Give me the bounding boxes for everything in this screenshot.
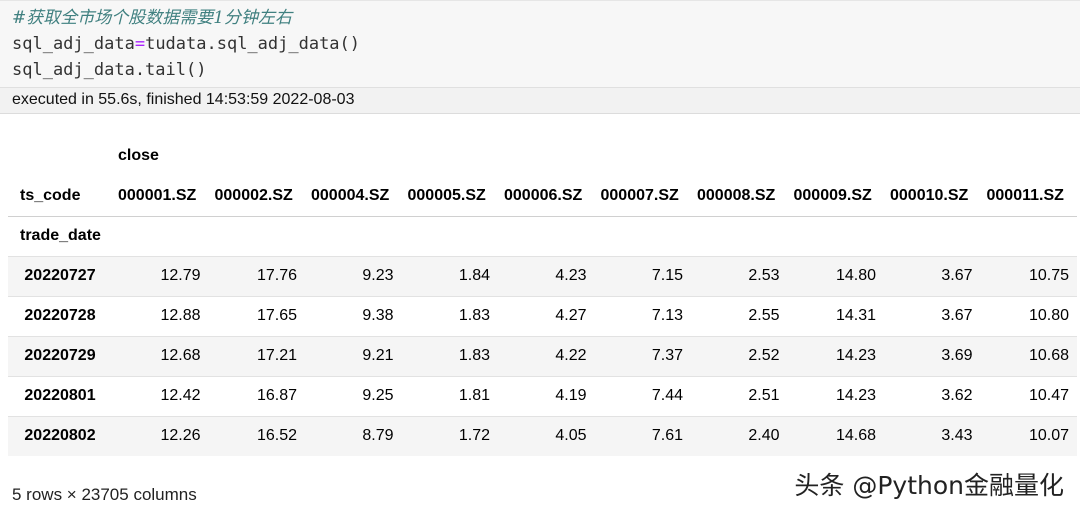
- table-cell: 2.51: [748, 387, 780, 404]
- table-cell: 1.83: [458, 347, 490, 364]
- column-level0-header: close: [118, 147, 159, 164]
- table-cell: 7.37: [651, 347, 683, 364]
- row-index: 20220729: [24, 347, 96, 364]
- table-cell: 12.26: [160, 427, 201, 445]
- table-cell: 3.69: [941, 347, 973, 364]
- table-cell: 16.87: [256, 387, 297, 404]
- table-cell: 9.38: [362, 307, 394, 324]
- code-line-tail: sql_adj_data.tail(): [12, 60, 207, 80]
- table-cell: 10.80: [1028, 307, 1069, 324]
- table-cell: 9.25: [362, 387, 394, 404]
- table-cell: 17.65: [256, 307, 297, 324]
- table-cell: 3.43: [941, 427, 973, 445]
- table-cell: 4.22: [555, 347, 587, 364]
- code-call: tudata.sql_adj_data(): [145, 34, 361, 54]
- table-cell: 7.13: [651, 307, 683, 324]
- table-row: 20220728 12.88 17.65 9.38 1.83 4.27 7.13 2.55 14…: [8, 296, 1077, 336]
- table-cell: 3.67: [941, 307, 973, 324]
- dataframe-summary: 5 rows × 23705 columns: [12, 485, 197, 504]
- row-index: 20220728: [24, 307, 96, 324]
- column-header: 000004.SZ: [305, 176, 402, 217]
- table-cell: 9.23: [362, 267, 394, 284]
- index-name: trade_date: [20, 227, 101, 244]
- code-line-comment: #获取全市场个股数据需要1分钟左右: [12, 7, 292, 29]
- table-row: 20220801 12.42 16.87 9.25 1.81 4.19 7.44 2.51 14…: [8, 376, 1077, 416]
- table-cell: 14.23: [835, 387, 876, 404]
- code-comment: #获取全市场个股数据需要1分钟左右: [12, 8, 293, 28]
- dataframe-body: 20220727 12.79 17.76 9.23 1.84 4.23 7.15 2.53 14…: [8, 256, 1077, 456]
- table-cell: 14.68: [835, 427, 876, 445]
- table-cell: 2.52: [748, 347, 780, 364]
- watermark: 头条 @Python金融量化: [794, 471, 1064, 500]
- table-cell: 2.55: [748, 307, 780, 324]
- header-row-index-name: trade_date: [8, 216, 1077, 256]
- column-header: 000011.SZ: [980, 176, 1077, 217]
- code-operator: =: [134, 34, 146, 54]
- execution-info-bar: executed in 55.6s, finished 14:53:59 202…: [0, 88, 1080, 114]
- table-cell: 4.05: [555, 427, 587, 445]
- table-cell: 14.80: [835, 267, 876, 284]
- table-cell: 12.42: [160, 387, 201, 404]
- table-row: 20220729 12.68 17.21 9.21 1.83 4.22 7.37 2.52 14…: [8, 336, 1077, 376]
- table-cell: 10.07: [1028, 427, 1069, 445]
- table-cell: 12.88: [160, 307, 201, 324]
- execution-info-text: executed in 55.6s, finished 14:53:59 202…: [12, 91, 355, 108]
- code-line-assignment: sql_adj_data=tudata.sql_adj_data(): [12, 33, 360, 55]
- table-cell: 1.84: [458, 267, 490, 284]
- column-header: 000005.SZ: [401, 176, 498, 217]
- code-cell[interactable]: #获取全市场个股数据需要1分钟左右 sql_adj_data=tudata.sq…: [0, 0, 1080, 88]
- table-cell: 1.81: [458, 387, 490, 404]
- table-cell: 1.83: [458, 307, 490, 324]
- table-row: 20220727 12.79 17.76 9.23 1.84 4.23 7.15 2.53 14…: [8, 256, 1077, 296]
- column-level-name: ts_code: [8, 176, 112, 217]
- table-cell: 10.68: [1028, 347, 1069, 364]
- table-cell: 7.15: [651, 267, 683, 284]
- column-header: 000002.SZ: [208, 176, 305, 217]
- table-cell: 3.62: [941, 387, 973, 404]
- code-variable: sql_adj_data: [12, 34, 135, 54]
- header-row-columns: ts_code 000001.SZ 000002.SZ 000004.SZ 00000…: [8, 176, 1077, 217]
- table-cell: 3.67: [941, 267, 973, 284]
- table-cell: 17.21: [256, 347, 297, 364]
- column-header: 000008.SZ: [691, 176, 788, 217]
- table-cell: 9.21: [362, 347, 394, 364]
- table-cell: 17.76: [256, 267, 297, 284]
- table-cell: 1.72: [458, 427, 490, 445]
- row-index: 20220801: [24, 387, 96, 404]
- header-row-level0: close: [8, 136, 1077, 176]
- table-cell: 4.23: [555, 267, 587, 284]
- table-cell: 14.31: [835, 307, 876, 324]
- table-cell: 8.79: [362, 427, 394, 445]
- table-cell: 7.44: [651, 387, 683, 404]
- column-header: 000006.SZ: [498, 176, 595, 217]
- table-cell: 7.61: [651, 427, 683, 445]
- table-cell: 12.68: [160, 347, 201, 364]
- column-header: 000001.SZ: [112, 176, 209, 217]
- table-cell: 2.53: [748, 267, 780, 284]
- table-row: 20220802 12.26 16.52 8.79 1.72 4.05 7.61 2.40 14…: [8, 416, 1077, 456]
- table-cell: 2.40: [748, 427, 780, 445]
- table-cell: 10.47: [1028, 387, 1069, 404]
- row-index: 20220802: [24, 427, 96, 445]
- table-cell: 14.23: [835, 347, 876, 364]
- dataframe-table: close ts_code 000001.SZ 000002.SZ 000004.S…: [8, 136, 1077, 456]
- table-cell: 12.79: [160, 267, 201, 284]
- table-cell: 4.27: [555, 307, 587, 324]
- table-cell: 10.75: [1028, 267, 1069, 284]
- table-cell: 4.19: [555, 387, 587, 404]
- column-header: 000007.SZ: [594, 176, 691, 217]
- column-header: 000010.SZ: [884, 176, 981, 217]
- table-cell: 16.52: [256, 427, 297, 445]
- column-header: 000009.SZ: [787, 176, 884, 217]
- row-index: 20220727: [24, 267, 96, 284]
